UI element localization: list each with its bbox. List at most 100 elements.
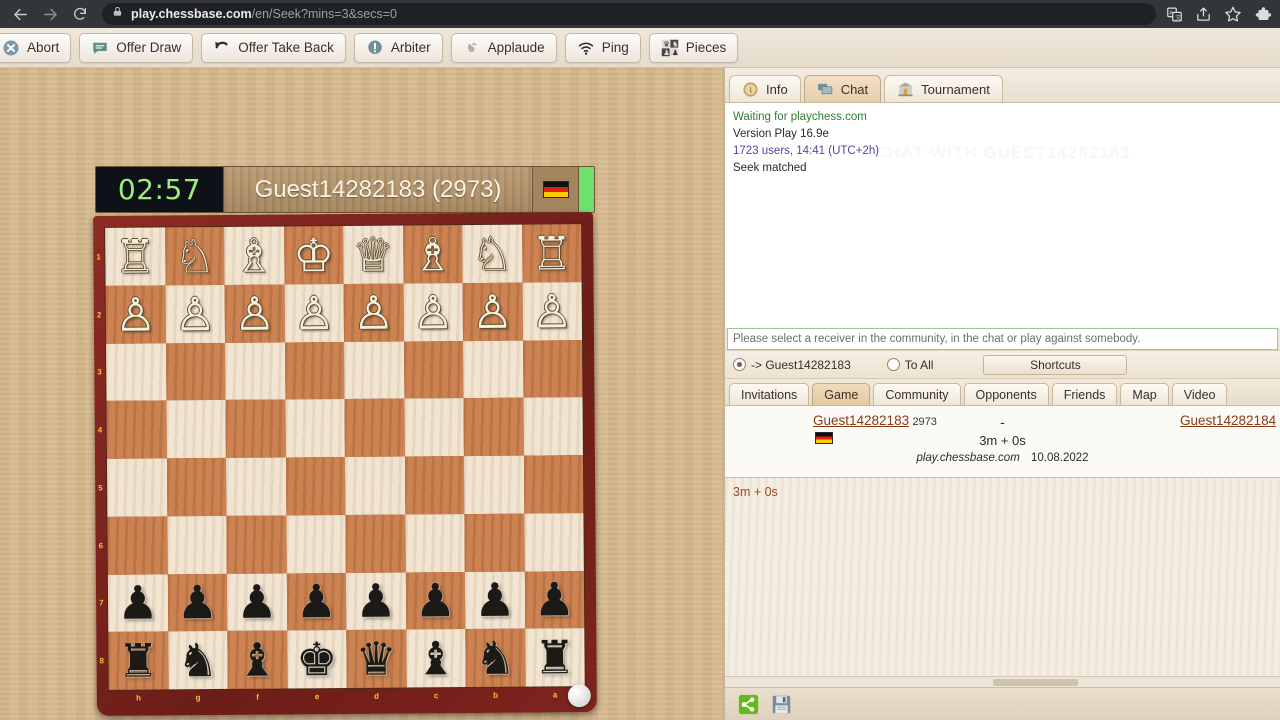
- black-pawn-piece[interactable]: ♟: [177, 579, 219, 625]
- white-pawn-piece[interactable]: ♙: [472, 288, 514, 334]
- board-square-a2[interactable]: ♙: [522, 282, 582, 340]
- receiver-option-all[interactable]: To All: [887, 358, 934, 372]
- board-square-c2[interactable]: ♙: [403, 283, 463, 341]
- offer-draw-button[interactable]: Offer Draw: [79, 33, 193, 63]
- move-list-scrollbar[interactable]: [725, 676, 1280, 687]
- board-square-f6[interactable]: [226, 515, 286, 573]
- white-pawn-piece[interactable]: ♙: [115, 291, 157, 337]
- board-square-b5[interactable]: [464, 456, 524, 514]
- scrollbar-thumb[interactable]: [993, 679, 1078, 686]
- black-pawn-piece[interactable]: ♟: [474, 577, 516, 623]
- black-king-piece[interactable]: ♚: [296, 636, 338, 682]
- chat-message-area[interactable]: CHAT WITH GUEST14282183 Waiting for play…: [725, 102, 1280, 328]
- tab-chat[interactable]: Chat: [804, 75, 881, 102]
- abort-button[interactable]: Abort: [0, 33, 71, 63]
- board-square-a1[interactable]: ♖: [522, 224, 582, 282]
- board-square-b2[interactable]: ♙: [463, 282, 523, 340]
- board-square-f4[interactable]: [225, 400, 285, 458]
- board-square-c1[interactable]: ♗: [403, 225, 463, 283]
- subtab-map[interactable]: Map: [1120, 383, 1168, 405]
- share-icon[interactable]: [1195, 6, 1212, 23]
- board-square-g4[interactable]: [166, 400, 226, 458]
- board-square-h8[interactable]: ♜8h: [108, 632, 168, 690]
- subtab-invitations[interactable]: Invitations: [729, 383, 809, 405]
- offer-take-back-button[interactable]: Offer Take Back: [201, 33, 346, 63]
- black-knight-piece[interactable]: ♞: [177, 637, 219, 683]
- chess-board[interactable]: ♖1♘♗♔♕♗♘♖♙2♙♙♙♙♙♙♙3456♟7♟♟♟♟♟♟♟♜8h♞g♝f♚e…: [104, 223, 586, 691]
- subtab-opponents[interactable]: Opponents: [964, 383, 1049, 405]
- board-square-f8[interactable]: ♝f: [227, 631, 287, 689]
- white-pawn-piece[interactable]: ♙: [174, 291, 216, 337]
- board-square-c5[interactable]: [404, 456, 464, 514]
- board-square-g1[interactable]: ♘: [165, 227, 225, 285]
- translate-icon[interactable]: A文: [1166, 6, 1183, 23]
- board-square-h5[interactable]: 5: [107, 458, 167, 516]
- board-square-e7[interactable]: ♟: [286, 572, 346, 630]
- black-pawn-piece[interactable]: ♟: [355, 578, 397, 624]
- white-rook-piece[interactable]: ♖: [531, 230, 573, 276]
- black-pawn-piece[interactable]: ♟: [236, 579, 278, 625]
- address-bar[interactable]: play.chessbase.com/en/Seek?mins=3&secs=0: [102, 3, 1156, 25]
- black-pawn-piece[interactable]: ♟: [415, 578, 457, 624]
- black-rook-piece[interactable]: ♜: [534, 634, 576, 680]
- board-square-e3[interactable]: [285, 342, 345, 400]
- board-square-f5[interactable]: [226, 457, 286, 515]
- board-square-a7[interactable]: ♟: [524, 571, 584, 629]
- black-pawn-piece[interactable]: ♟: [534, 577, 576, 623]
- black-rook-piece[interactable]: ♜: [117, 638, 159, 684]
- white-knight-piece[interactable]: ♘: [471, 231, 513, 277]
- white-knight-piece[interactable]: ♘: [174, 233, 216, 279]
- board-square-a3[interactable]: [523, 340, 583, 398]
- black-knight-piece[interactable]: ♞: [474, 635, 516, 681]
- board-square-d2[interactable]: ♙: [344, 283, 404, 341]
- board-square-h1[interactable]: ♖1: [105, 227, 165, 285]
- subtab-video[interactable]: Video: [1172, 383, 1228, 405]
- board-square-e4[interactable]: [285, 399, 345, 457]
- board-square-f1[interactable]: ♗: [224, 226, 284, 284]
- board-square-a4[interactable]: [523, 397, 583, 455]
- white-pawn-piece[interactable]: ♙: [234, 290, 276, 336]
- board-square-d5[interactable]: [345, 457, 405, 515]
- tab-tournament[interactable]: Tournament: [884, 75, 1003, 102]
- board-square-c7[interactable]: ♟: [405, 572, 465, 630]
- board-square-g7[interactable]: ♟: [167, 573, 227, 631]
- share-green-icon[interactable]: [738, 694, 759, 715]
- board-square-c3[interactable]: [404, 341, 464, 399]
- board-square-h2[interactable]: ♙2: [106, 285, 166, 343]
- white-bishop-piece[interactable]: ♗: [233, 232, 275, 278]
- shortcuts-button[interactable]: Shortcuts: [983, 355, 1127, 375]
- board-square-h7[interactable]: ♟7: [108, 574, 168, 632]
- black-bishop-piece[interactable]: ♝: [236, 637, 278, 683]
- board-square-b6[interactable]: [464, 513, 524, 571]
- tab-info[interactable]: i Info: [729, 75, 801, 102]
- board-square-b4[interactable]: [463, 398, 523, 456]
- chat-input[interactable]: Please select a receiver in the communit…: [727, 328, 1278, 350]
- subtab-game[interactable]: Game: [812, 383, 870, 405]
- board-square-g2[interactable]: ♙: [165, 285, 225, 343]
- board-square-e6[interactable]: [286, 515, 346, 573]
- board-square-b8[interactable]: ♞b: [465, 629, 525, 687]
- extensions-puzzle-icon[interactable]: [1254, 5, 1272, 23]
- board-square-a6[interactable]: [524, 513, 584, 571]
- board-square-d4[interactable]: [344, 399, 404, 457]
- white-queen-piece[interactable]: ♕: [352, 231, 394, 277]
- white-bishop-piece[interactable]: ♗: [412, 231, 454, 277]
- board-square-g6[interactable]: [167, 516, 227, 574]
- board-square-g8[interactable]: ♞g: [168, 631, 228, 689]
- board-square-b1[interactable]: ♘: [462, 225, 522, 283]
- forward-arrow-icon[interactable]: [36, 1, 64, 27]
- board-square-c4[interactable]: [404, 398, 464, 456]
- board-square-d7[interactable]: ♟: [346, 572, 406, 630]
- arbiter-button[interactable]: Arbiter: [354, 33, 443, 63]
- board-square-a8[interactable]: ♜a: [525, 628, 585, 686]
- move-list[interactable]: 3m + 0s: [725, 477, 1280, 687]
- reload-icon[interactable]: [66, 1, 94, 27]
- board-square-b7[interactable]: ♟: [465, 571, 525, 629]
- applaude-button[interactable]: Applaude: [451, 33, 557, 63]
- board-square-d1[interactable]: ♕: [343, 226, 403, 284]
- black-pawn-piece[interactable]: ♟: [296, 578, 338, 624]
- board-square-d3[interactable]: [344, 341, 404, 399]
- black-bishop-piece[interactable]: ♝: [415, 635, 457, 681]
- board-square-a5[interactable]: [523, 455, 583, 513]
- board-square-h3[interactable]: 3: [106, 343, 166, 401]
